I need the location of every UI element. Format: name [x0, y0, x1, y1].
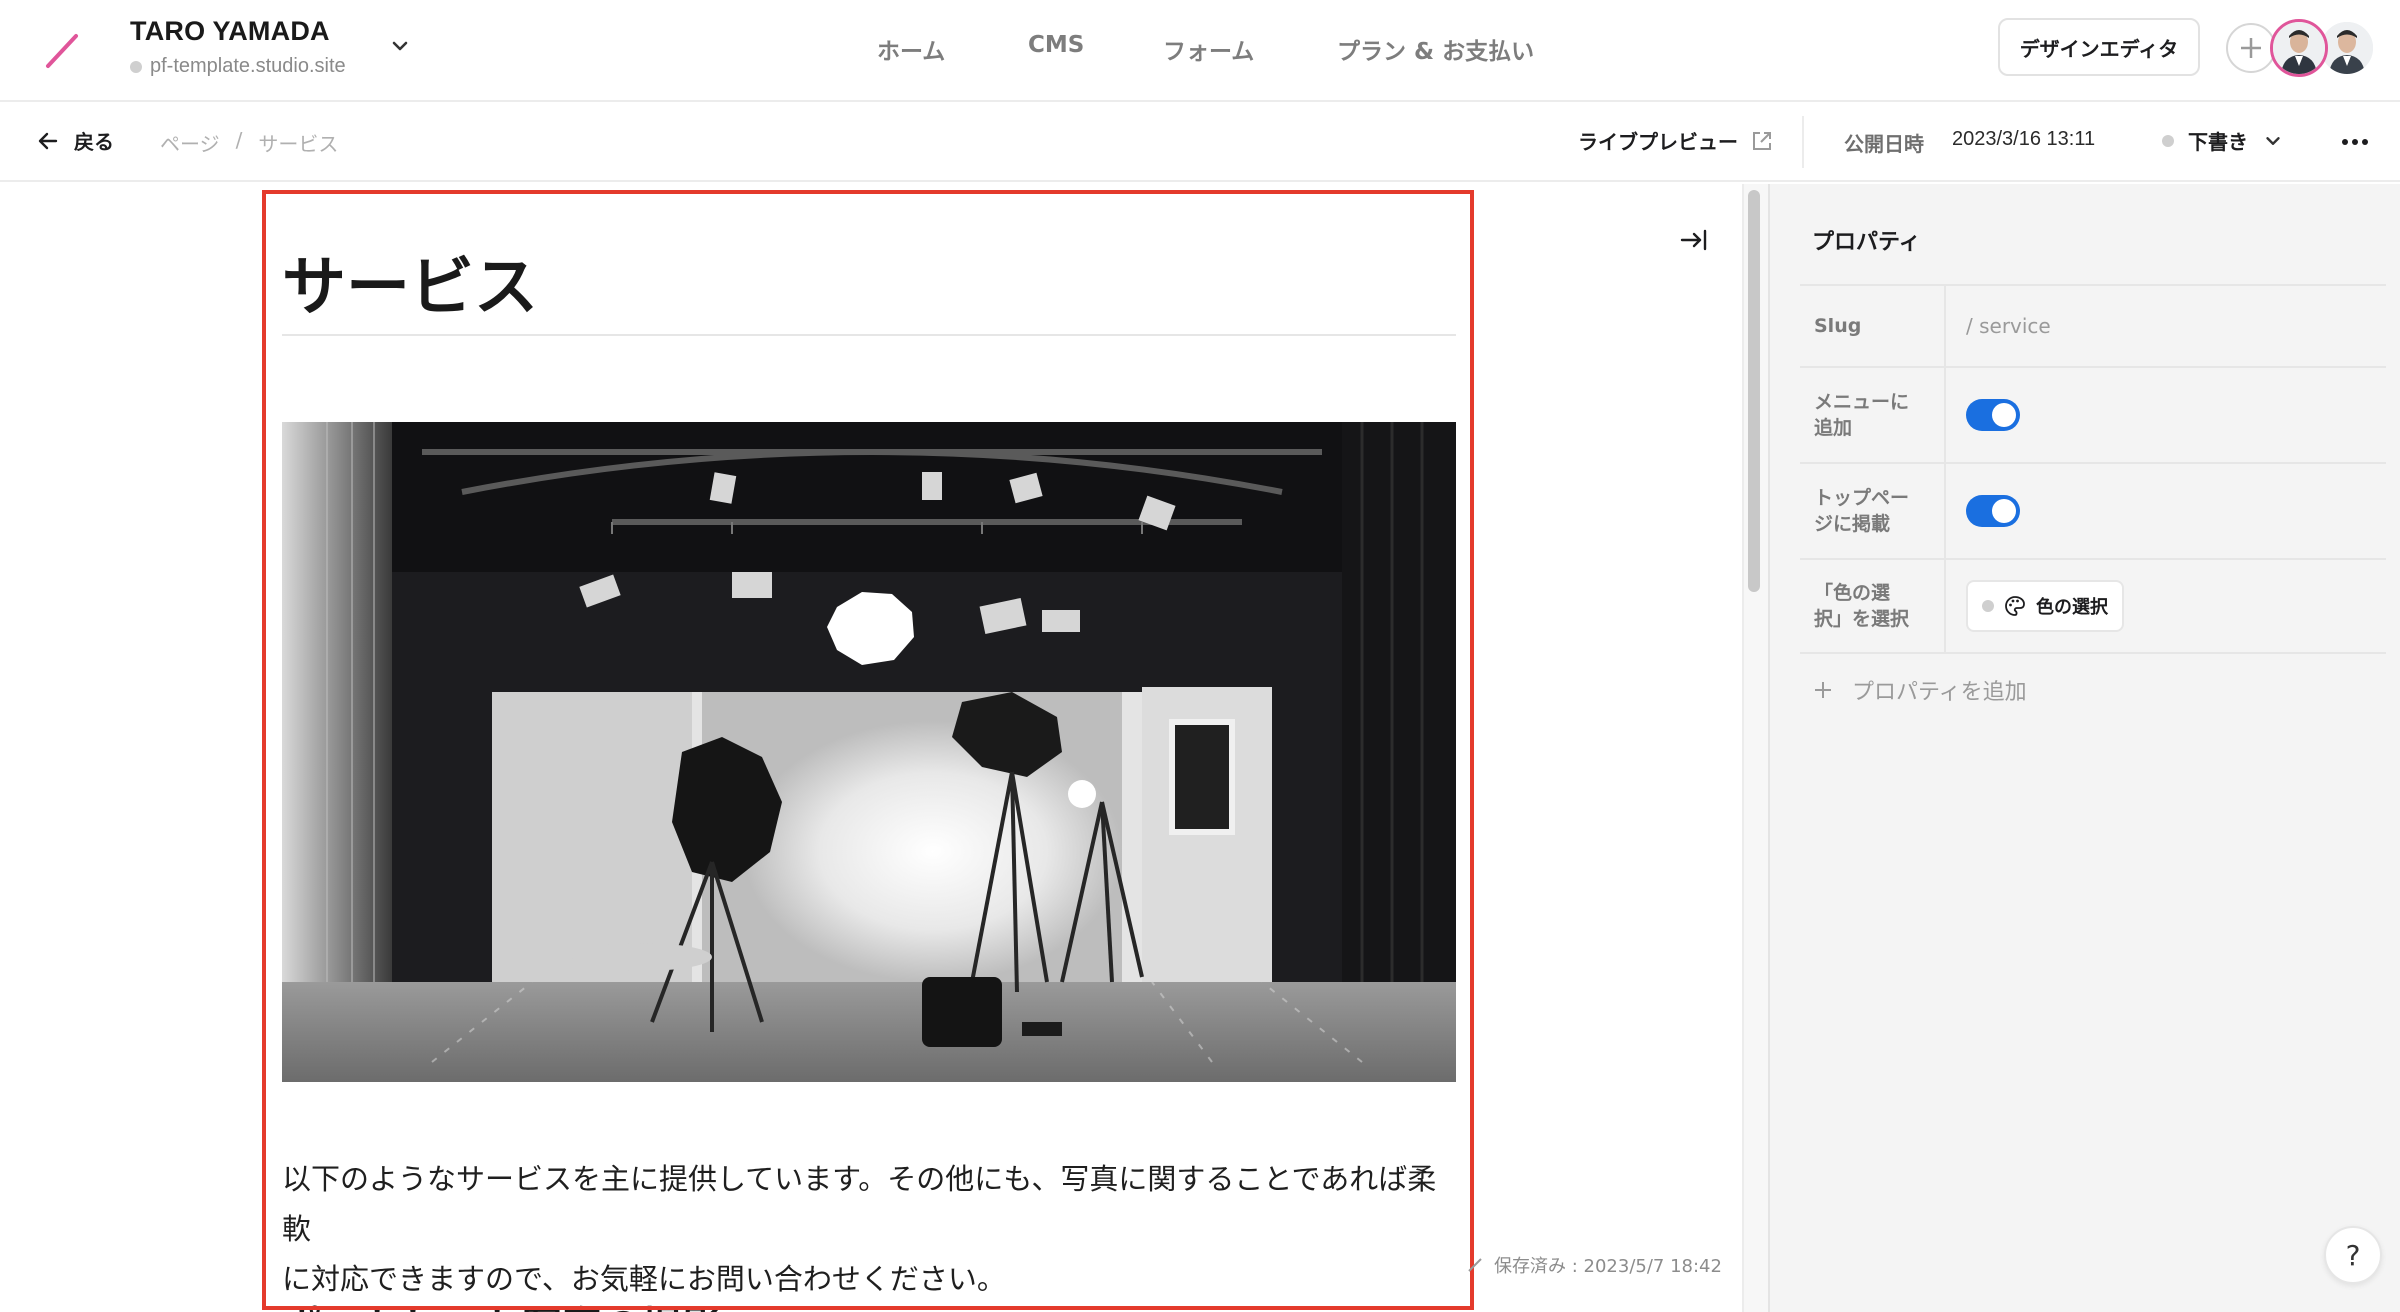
plus-icon: [2241, 38, 2261, 58]
live-preview-label: ライブプレビュー: [1578, 130, 1738, 154]
chevron-down-icon[interactable]: [388, 34, 412, 58]
pencil-icon: [1468, 1258, 1482, 1272]
property-row-color: 「色の選 択」を選択 色の選択: [1800, 558, 2386, 654]
scrollbar-thumb[interactable]: [1748, 190, 1760, 592]
property-key-line: 追加: [1814, 417, 1853, 439]
external-link-icon: [1753, 131, 1771, 150]
user-avatar-icon: [2321, 22, 2373, 74]
invite-button[interactable]: [2226, 23, 2276, 73]
nav-form[interactable]: フォーム: [1163, 32, 1254, 66]
publish-date-label: 公開日時: [1844, 132, 1924, 156]
user-avatar-icon: [2273, 22, 2325, 74]
color-select-label: 色の選択: [2036, 597, 2108, 618]
status-label: 下書き: [2188, 130, 2248, 154]
back-label: 戻る: [74, 130, 114, 154]
property-value: [1946, 368, 2386, 462]
property-key: トップペー ジに掲載: [1800, 464, 1946, 558]
toggle-knob: [1992, 403, 2016, 427]
property-key-line: トップペー: [1814, 487, 1910, 509]
property-key: 「色の選 択」を選択: [1800, 560, 1946, 652]
property-row-toppage: トップペー ジに掲載: [1800, 462, 2386, 558]
property-row-slug: Slug / service: [1800, 284, 2386, 366]
design-editor-button[interactable]: デザインエディタ: [1998, 18, 2200, 76]
publish-date-value[interactable]: 2023/3/16 13:11: [1952, 128, 2095, 151]
property-key: Slug: [1800, 286, 1946, 366]
site-url[interactable]: pf-template.studio.site: [130, 55, 346, 78]
site-url-text: pf-template.studio.site: [150, 55, 346, 77]
save-status: 保存済み : 2023/5/7 18:42: [1466, 1252, 1722, 1278]
color-select-button[interactable]: 色の選択: [1966, 580, 2124, 632]
page-editor[interactable]: サービス 以下のようなサービスを主に提供しています。その他にも、写真に関すること…: [0, 184, 1748, 1312]
slug-input[interactable]: / service: [1946, 286, 2386, 366]
nav-plan-billing[interactable]: プラン & お支払い: [1337, 32, 1534, 66]
property-key-line: メニューに: [1814, 391, 1910, 413]
chevron-down-icon: [2266, 136, 2280, 145]
toolbar-divider: [1802, 116, 1804, 168]
palette-icon: [2005, 596, 2025, 616]
page-toolbar: 戻る ページ / サービス ライブプレビュー 公開日時 2023/3/16 13…: [0, 102, 2400, 182]
plus-icon: [1815, 682, 1831, 698]
breadcrumb: ページ / サービス: [160, 128, 338, 157]
breadcrumb-separator: /: [235, 128, 243, 152]
selected-block-outline: [262, 190, 1474, 1310]
nav-cms[interactable]: CMS: [1028, 32, 1084, 58]
status-dot: [2162, 134, 2174, 147]
more-options-icon[interactable]: [2340, 130, 2370, 154]
collapse-panel-icon[interactable]: [1678, 224, 1710, 256]
property-value: [1946, 464, 2386, 558]
property-value: 色の選択: [1946, 560, 2386, 652]
site-name[interactable]: TARO YAMADA: [130, 16, 330, 47]
properties-table: Slug / service メニューに 追加 トップペー ジに掲載 「色の選 …: [1800, 284, 2386, 654]
save-status-text: 保存済み : 2023/5/7 18:42: [1494, 1256, 1722, 1277]
site-status-dot: [130, 60, 142, 73]
avatar[interactable]: [2270, 19, 2328, 77]
back-button[interactable]: 戻る: [36, 126, 114, 155]
panel-title: プロパティ: [1812, 230, 1921, 255]
live-preview-link[interactable]: ライブプレビュー: [1578, 126, 1774, 155]
breadcrumb-pages[interactable]: ページ: [160, 128, 220, 157]
property-row-menu: メニューに 追加: [1800, 366, 2386, 462]
property-key-line: 択」を選択: [1814, 608, 1910, 630]
color-swatch: [1982, 600, 1994, 612]
arrow-left-icon: [38, 132, 58, 149]
properties-panel: プロパティ Slug / service メニューに 追加 トップペー ジに掲載: [1768, 184, 2400, 1312]
property-key-line: ジに掲載: [1814, 513, 1891, 535]
add-property-label: プロパティを追加: [1852, 680, 2027, 705]
status-dropdown[interactable]: 下書き: [2162, 126, 2284, 155]
toggle-knob: [1992, 499, 2016, 523]
help-button[interactable]: ?: [2324, 1226, 2382, 1284]
property-key: メニューに 追加: [1800, 368, 1946, 462]
nav-home[interactable]: ホーム: [877, 32, 945, 66]
menu-toggle[interactable]: [1966, 399, 2020, 431]
property-key-line: 「色の選: [1814, 582, 1891, 604]
studio-logo-icon[interactable]: [40, 28, 84, 72]
toppage-toggle[interactable]: [1966, 495, 2020, 527]
add-property-button[interactable]: プロパティを追加: [1812, 674, 2027, 706]
breadcrumb-current: サービス: [258, 132, 339, 156]
top-bar: TARO YAMADA pf-template.studio.site ホーム …: [0, 0, 2400, 102]
